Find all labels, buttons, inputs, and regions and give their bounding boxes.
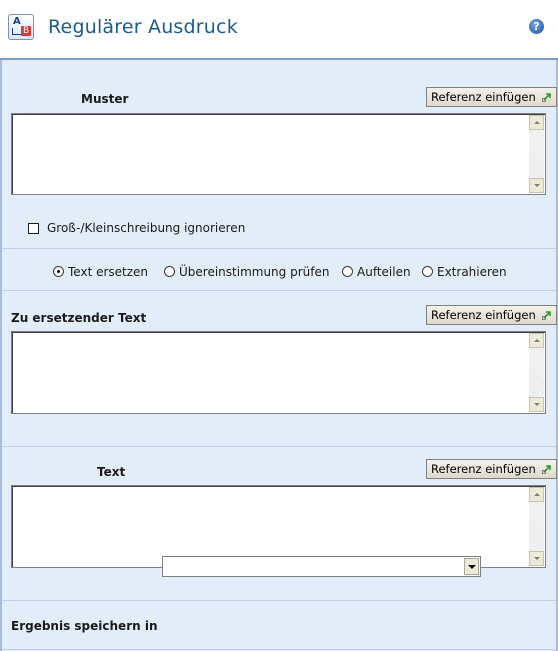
insert-arrow-icon <box>541 465 551 474</box>
form-panel: Muster Referenz einfügen Groß-/Kleinschr… <box>0 58 558 651</box>
mode-radio-extract[interactable] <box>422 266 433 277</box>
scroll-up-button[interactable] <box>529 333 544 348</box>
page-title: Regulärer Ausdruck <box>48 16 238 38</box>
result-label: Ergebnis speichern in <box>11 619 158 633</box>
text-insert-reference-label: Referenz einfügen <box>431 462 536 476</box>
mode-label-replace: Text ersetzen <box>68 265 149 279</box>
header: AB Regulärer Ausdruck ? <box>0 0 558 58</box>
replacement-insert-reference-label: Referenz einfügen <box>431 308 536 322</box>
dropdown-arrow-icon[interactable] <box>464 558 479 575</box>
scroll-down-button[interactable] <box>529 397 544 412</box>
help-icon[interactable]: ? <box>529 19 544 34</box>
ignore-case-label: Groß-/Kleinschreibung ignorieren <box>47 221 246 235</box>
result-variable-select[interactable] <box>162 556 481 577</box>
regex-app-icon: AB <box>8 14 34 40</box>
replacement-label: Zu ersetzender Text <box>11 311 147 325</box>
text-insert-reference-button[interactable]: Referenz einfügen <box>426 459 557 479</box>
mode-label-match: Übereinstimmung prüfen <box>179 265 330 279</box>
replacement-textarea[interactable] <box>11 331 546 414</box>
text-label: Text <box>97 465 126 479</box>
mode-label-split: Aufteilen <box>357 265 411 279</box>
scroll-down-button[interactable] <box>529 178 544 193</box>
replacement-scrollbar[interactable] <box>529 333 544 412</box>
mode-radio-split[interactable] <box>342 266 353 277</box>
ignore-case-checkbox[interactable] <box>28 223 39 234</box>
pattern-textarea[interactable] <box>11 113 546 195</box>
insert-arrow-icon <box>541 311 551 320</box>
mode-radio-match[interactable] <box>164 266 175 277</box>
insert-arrow-icon <box>541 93 551 102</box>
mode-label-extract: Extrahieren <box>437 265 507 279</box>
scroll-up-button[interactable] <box>529 115 544 130</box>
replacement-insert-reference-button[interactable]: Referenz einfügen <box>426 305 557 325</box>
scroll-up-button[interactable] <box>529 487 544 502</box>
pattern-label: Muster <box>81 92 129 106</box>
pattern-insert-reference-button[interactable]: Referenz einfügen <box>426 87 557 107</box>
pattern-insert-reference-label: Referenz einfügen <box>431 90 536 104</box>
scroll-down-button[interactable] <box>529 551 544 566</box>
mode-radio-group: Text ersetzen Übereinstimmung prüfen Auf… <box>0 265 558 281</box>
pattern-scrollbar[interactable] <box>529 115 544 193</box>
mode-radio-replace[interactable] <box>53 266 64 277</box>
text-scrollbar[interactable] <box>529 487 544 566</box>
